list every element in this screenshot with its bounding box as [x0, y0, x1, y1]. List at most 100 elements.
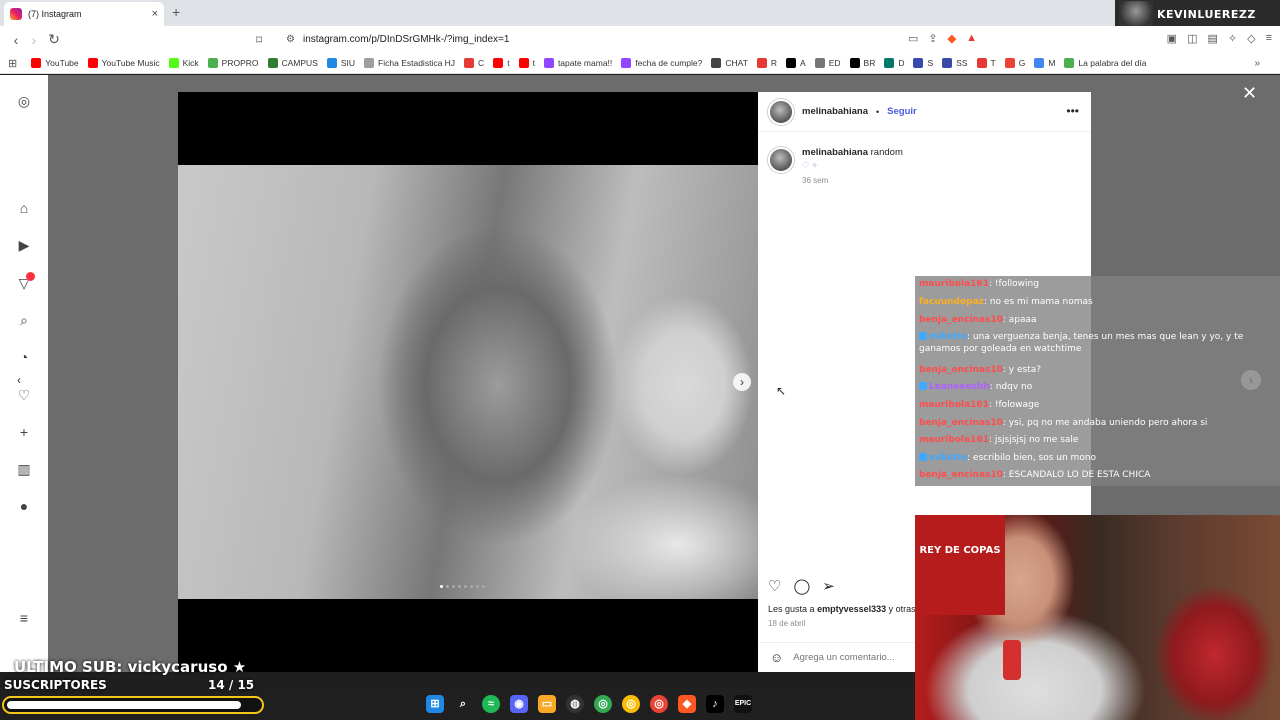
chat-text: : !folowage [988, 400, 1040, 410]
bookmark-item[interactable]: A [786, 58, 806, 68]
address-bar[interactable]: ⚙ instagram.com/p/DInDSrGMHk-/?img_index… [278, 29, 998, 50]
cast-icon[interactable]: ▭ [908, 32, 918, 45]
bookmark-item[interactable]: Kick [168, 58, 199, 68]
post-photo[interactable] [178, 165, 758, 599]
chat-message: mauribola161: !folowage [919, 399, 1039, 411]
follow-button[interactable]: Seguir [887, 106, 917, 117]
tiktok-icon[interactable]: ♪ [706, 695, 724, 713]
home-icon[interactable]: ⌂ [16, 200, 32, 216]
bookmark-item[interactable]: D [884, 58, 904, 68]
bookmark-item[interactable]: t [518, 58, 535, 68]
chat-message: mauribola161: !following [919, 278, 1039, 290]
bookmark-item[interactable]: M [1034, 58, 1055, 68]
explore-icon[interactable]: ◔ [16, 349, 32, 365]
bookmark-item[interactable]: T [976, 58, 996, 68]
bookmark-item[interactable]: fecha de cumple? [621, 58, 702, 68]
reels-icon[interactable]: ▶ [16, 237, 32, 253]
file-explorer-icon[interactable]: ▭ [538, 695, 556, 713]
spotify-icon[interactable]: ≈ [482, 695, 500, 713]
profile-avatar-icon[interactable]: ● [16, 498, 32, 514]
caption-avatar[interactable] [768, 147, 794, 173]
new-tab-button[interactable]: + [172, 4, 180, 20]
sidebar-icon[interactable]: ◫ [1187, 32, 1197, 45]
bookmark-favicon-icon [621, 58, 632, 68]
emoji-picker-icon[interactable]: ☺ [770, 650, 783, 665]
bookmark-item[interactable]: YouTube Music [87, 58, 160, 68]
url-text[interactable]: instagram.com/p/DInDSrGMHk-/?img_index=1 [303, 34, 509, 45]
bookmark-item[interactable]: G [1004, 58, 1025, 68]
chrome-profile-2-icon[interactable]: ◎ [650, 695, 668, 713]
previous-post-arrow-icon[interactable]: ‹ [9, 370, 29, 390]
bookmark-item[interactable]: Ficha Estadistica HJ [364, 58, 455, 68]
chat-message: benja_encinas10: ESCANDALO LO DE ESTA CH… [919, 469, 1150, 481]
bookmark-label: t [507, 58, 510, 68]
bookmark-label: fecha de cumple? [635, 58, 703, 68]
bookmark-item[interactable]: La palabra del día [1064, 58, 1146, 68]
bookmark-item[interactable]: S [913, 58, 933, 68]
author-username[interactable]: melinabahiana [802, 106, 868, 117]
bookmark-item[interactable]: SIU [326, 58, 356, 68]
stream-chat-overlay: mauribola161: !following facuundopaz: no … [915, 276, 1280, 486]
author-avatar[interactable] [768, 98, 794, 125]
bookmark-label: SIU [340, 58, 356, 68]
close-icon[interactable]: ✕ [1242, 83, 1257, 104]
forward-arrow-icon[interactable]: › [24, 32, 44, 48]
bookmark-item[interactable]: R [756, 58, 777, 68]
comment-icon[interactable]: ◯ [793, 577, 810, 595]
chrome-profile-icon[interactable]: ◎ [622, 695, 640, 713]
more-menu-icon[interactable]: ≡ [16, 610, 32, 626]
bookmark-label: C [478, 58, 485, 68]
bookmark-item[interactable]: CAMPUS [267, 58, 318, 68]
bookmark-item[interactable]: SS [942, 58, 968, 68]
next-image-arrow-icon[interactable]: › [733, 373, 751, 391]
bookmark-item[interactable]: YouTube [31, 58, 79, 68]
carousel-dot [440, 585, 443, 588]
carousel-dot [464, 585, 467, 588]
vpn-icon[interactable]: ◇ [1247, 32, 1255, 45]
bookmark-item[interactable]: BR [849, 58, 875, 68]
bookmark-item[interactable]: t [493, 58, 510, 68]
site-info-icon[interactable]: ⚙ [286, 34, 295, 45]
brave-rewards-icon[interactable]: ▲ [966, 32, 977, 45]
discord-icon[interactable]: ◉ [510, 695, 528, 713]
carousel-dot [452, 585, 455, 588]
bookmark-item[interactable]: CHAT [711, 58, 748, 68]
like-heart-icon[interactable]: ♡ [768, 577, 781, 595]
bookmark-item[interactable]: PROPRO [207, 58, 259, 68]
likes-user[interactable]: emptyvessel333 [817, 604, 886, 614]
chat-badge-icon [919, 332, 927, 340]
back-arrow-icon[interactable]: ‹ [6, 32, 26, 48]
wallet-icon[interactable]: ▤ [1207, 32, 1217, 45]
bookmark-icon[interactable]: ⌑ [256, 33, 262, 47]
instagram-logo-icon[interactable]: ◎ [16, 93, 32, 109]
apps-grid-icon[interactable]: ⊞ [8, 57, 17, 70]
caption-username[interactable]: melinabahiana [802, 147, 868, 158]
leo-ai-icon[interactable]: ✧ [1228, 32, 1237, 45]
reload-icon[interactable]: ↻ [44, 31, 64, 48]
bookmark-item[interactable]: C [464, 58, 484, 68]
brave-shield-icon[interactable]: ◆ [948, 32, 956, 45]
taskbar-search-icon[interactable]: ⌕ [454, 695, 472, 713]
more-options-icon[interactable]: ••• [1066, 104, 1079, 118]
search-icon[interactable]: ⌕ [16, 312, 32, 328]
dashboard-icon[interactable]: ▥ [16, 461, 32, 477]
share-icon[interactable]: ⇪ [928, 32, 937, 45]
likes-suffix[interactable]: y otras [889, 604, 916, 614]
menu-icon[interactable]: ≡ [1266, 32, 1272, 45]
tab-close-icon[interactable]: × [152, 8, 158, 20]
obs-icon[interactable]: ◍ [566, 695, 584, 713]
tab-search-icon[interactable]: ▣ [1167, 32, 1177, 45]
epic-games-icon[interactable]: EPIC [734, 695, 752, 713]
more-bookmarks-icon[interactable]: » [1254, 58, 1260, 69]
chrome-icon[interactable]: ◎ [594, 695, 612, 713]
chat-message: mikkito: una verguenza benja, tenes un m… [919, 331, 1269, 355]
create-plus-icon[interactable]: + [16, 424, 32, 440]
windows-start-icon[interactable]: ⊞ [426, 695, 444, 713]
microphone [1003, 640, 1021, 680]
bookmark-item[interactable]: tapate mama!! [543, 58, 612, 68]
brave-browser-icon[interactable]: ◆ [678, 695, 696, 713]
bookmark-item[interactable]: ED [814, 58, 841, 68]
share-send-icon[interactable]: ➢ [822, 577, 835, 595]
chat-username: mauribola161 [919, 400, 989, 410]
tab-instagram[interactable]: (7) Instagram × [4, 2, 164, 26]
